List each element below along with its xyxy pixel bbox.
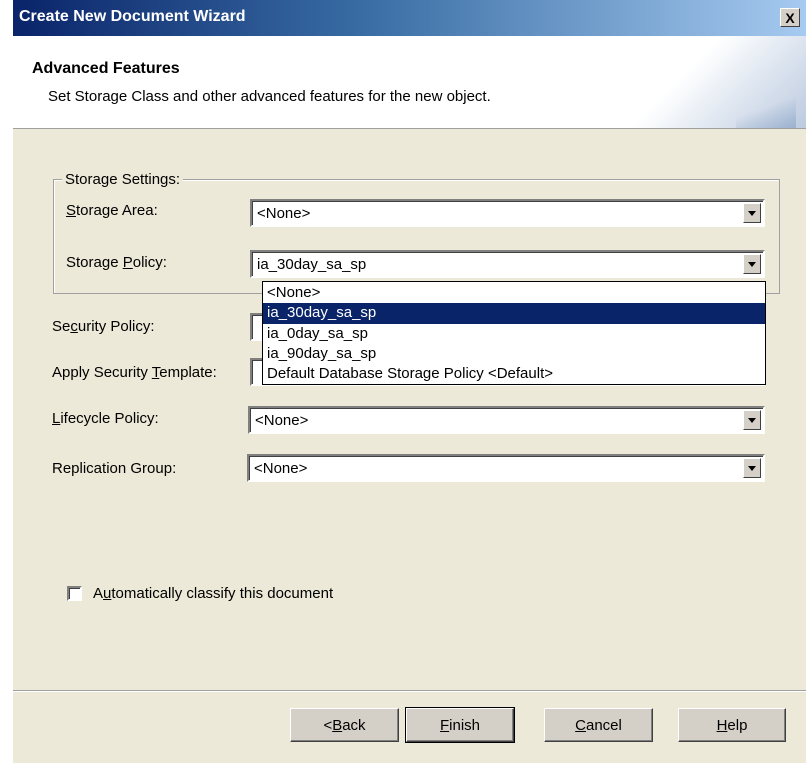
chevron-down-icon[interactable] bbox=[743, 458, 761, 478]
title-bar[interactable]: Create New Document Wizard X bbox=[13, 0, 806, 36]
dropdown-option[interactable]: Default Database Storage Policy <Default… bbox=[263, 364, 765, 384]
page-title: Advanced Features bbox=[32, 60, 180, 77]
close-button[interactable]: X bbox=[780, 8, 800, 27]
finish-button[interactable]: Finish bbox=[405, 707, 515, 743]
help-button[interactable]: Help bbox=[678, 708, 786, 742]
dropdown-option[interactable]: ia_0day_sa_sp bbox=[263, 324, 765, 344]
lifecycle-policy-value: <None> bbox=[255, 412, 309, 429]
page-subtitle: Set Storage Class and other advanced fea… bbox=[48, 88, 491, 105]
back-button[interactable]: < Back bbox=[290, 708, 399, 742]
footer-divider bbox=[13, 690, 806, 692]
header-banner-accent bbox=[736, 96, 796, 128]
auto-classify-label[interactable]: Automatically classify this document bbox=[93, 585, 333, 602]
dropdown-option-selected[interactable]: ia_30day_sa_sp bbox=[263, 303, 765, 324]
storage-area-value: <None> bbox=[257, 205, 311, 222]
lifecycle-policy-label: Lifecycle Policy: bbox=[52, 410, 159, 427]
dropdown-option[interactable]: ia_90day_sa_sp bbox=[263, 344, 765, 364]
auto-classify-checkbox[interactable] bbox=[67, 586, 82, 601]
storage-area-label: Storage Area: bbox=[66, 202, 158, 219]
wizard-window: Create New Document Wizard X Advanced Fe… bbox=[13, 0, 806, 763]
chevron-down-icon[interactable] bbox=[743, 254, 761, 274]
chevron-down-icon[interactable] bbox=[743, 410, 761, 430]
security-policy-label: Security Policy: bbox=[52, 318, 155, 335]
replication-group-select[interactable]: <None> bbox=[247, 454, 765, 482]
replication-group-value: <None> bbox=[254, 460, 308, 477]
storage-policy-label: Storage Policy: bbox=[66, 254, 167, 271]
window-title: Create New Document Wizard bbox=[19, 8, 246, 25]
dropdown-option[interactable]: <None> bbox=[263, 283, 765, 303]
replication-group-label: Replication Group: bbox=[52, 460, 177, 477]
close-icon: X bbox=[785, 9, 795, 26]
storage-policy-dropdown-list[interactable]: <None> ia_30day_sa_sp ia_0day_sa_sp ia_9… bbox=[262, 281, 766, 385]
lifecycle-policy-select[interactable]: <None> bbox=[248, 406, 765, 434]
storage-policy-value: ia_30day_sa_sp bbox=[257, 256, 367, 273]
cancel-button[interactable]: Cancel bbox=[544, 708, 653, 742]
storage-policy-select[interactable]: ia_30day_sa_sp bbox=[250, 250, 765, 278]
chevron-down-icon[interactable] bbox=[743, 203, 761, 223]
apply-security-template-label: Apply Security Template: bbox=[52, 364, 217, 381]
storage-settings-label: Storage Settings: bbox=[62, 171, 184, 188]
storage-area-select[interactable]: <None> bbox=[250, 199, 765, 227]
wizard-header: Advanced Features Set Storage Class and … bbox=[13, 36, 806, 129]
